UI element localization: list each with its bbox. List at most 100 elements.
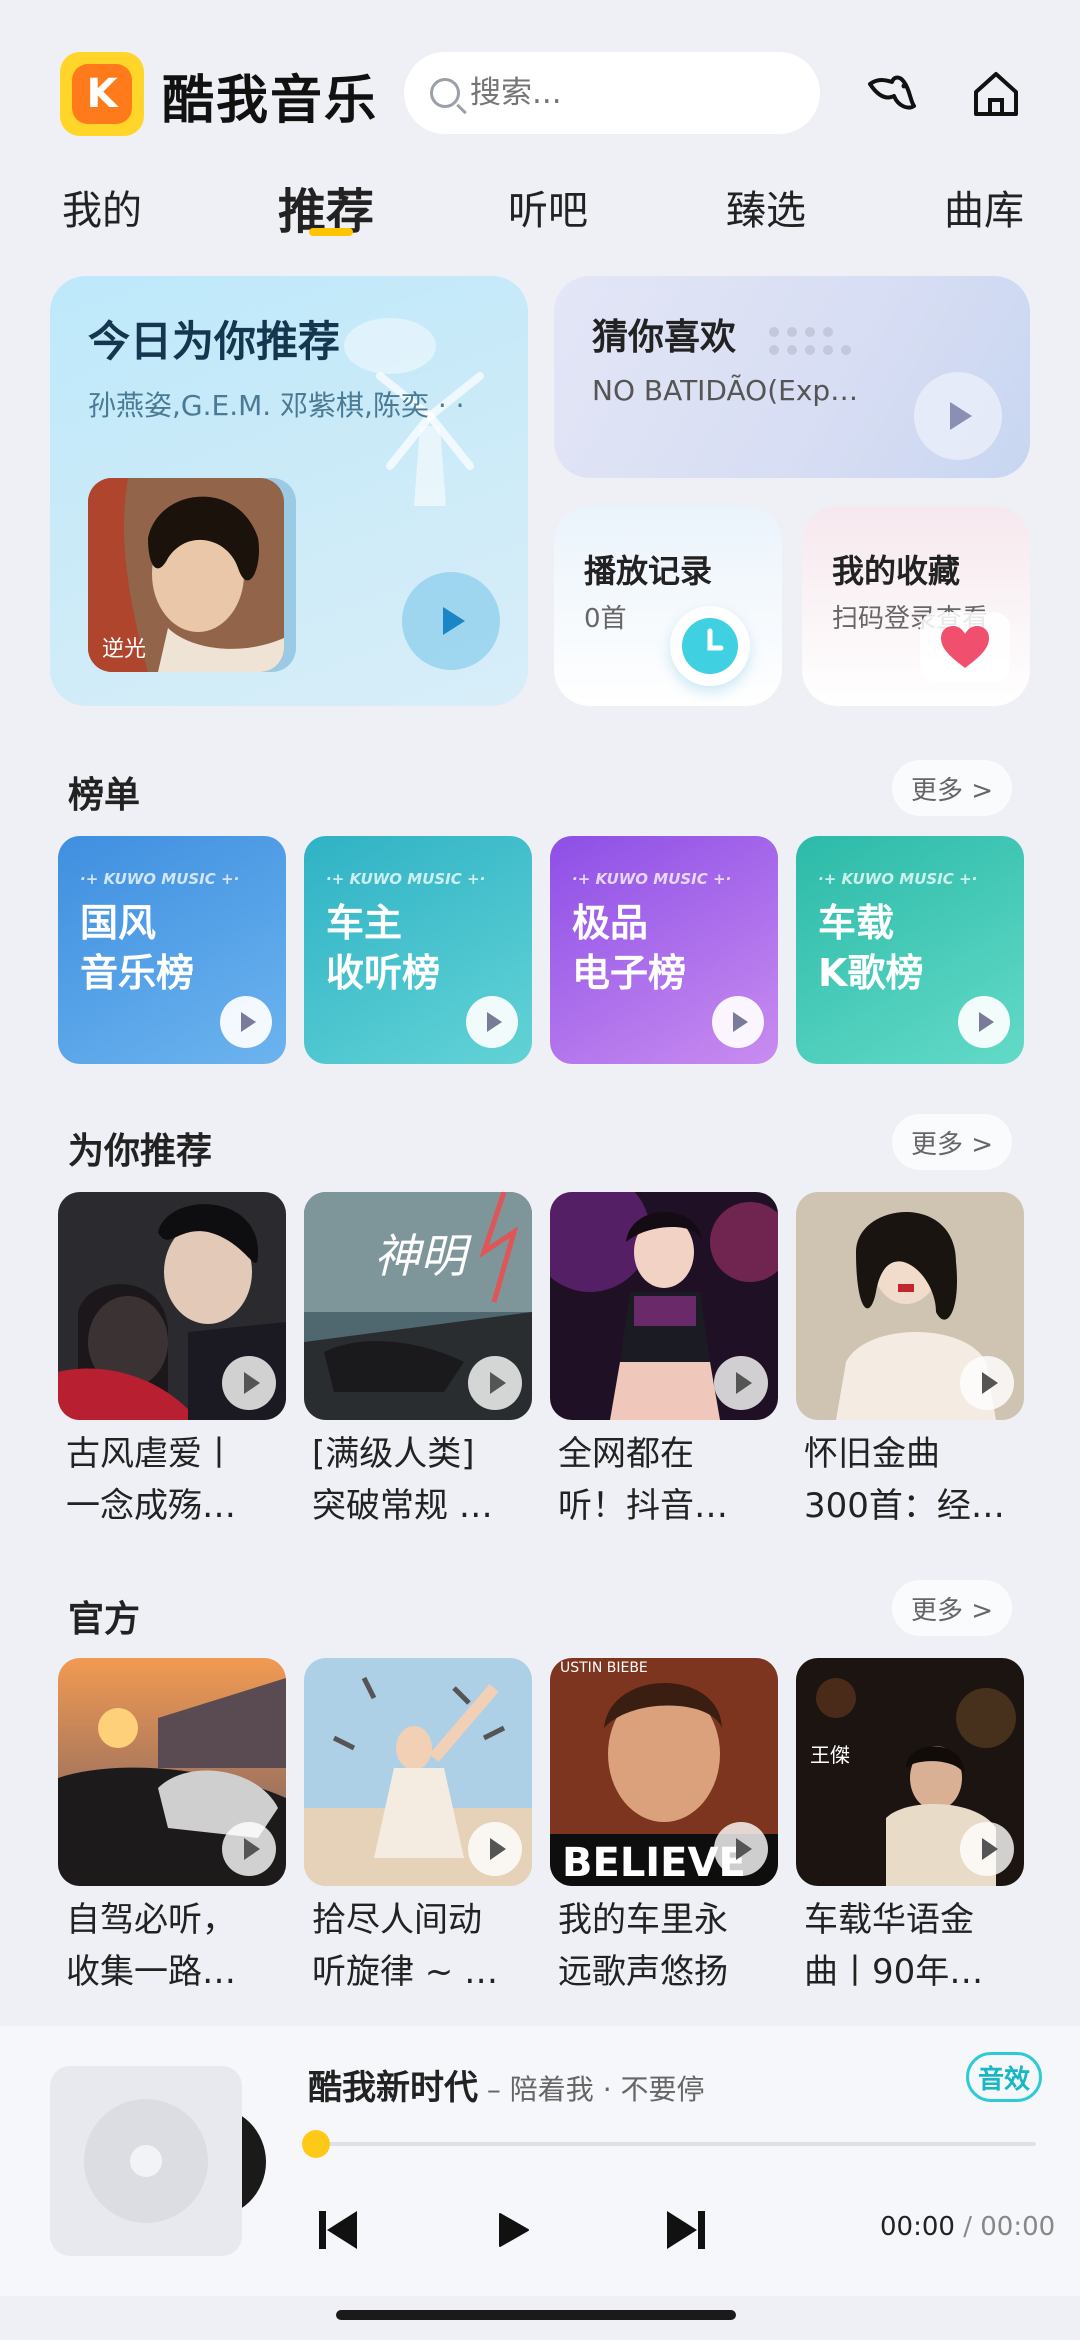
now-playing[interactable]: 酷我新时代 – 陪着我 · 不要停 [308,2060,705,2109]
song-subtitle: – 陪着我 · 不要停 [478,2073,705,2106]
play-icon [489,1838,506,1860]
playlist-title[interactable]: [满级人类] 突破常规 … [312,1428,540,1532]
progress-knob[interactable] [302,2130,330,2158]
play-icon [735,1838,752,1860]
play-icon [486,1012,502,1032]
cover-play-button[interactable] [468,1822,522,1876]
guess-song: NO BATIDÃO(Exp… [592,374,859,407]
cover-text: USTIN BIEBE [560,1660,648,1676]
play-icon [978,1012,994,1032]
chart-name-line1: 车载 [818,901,895,945]
cover-play-button[interactable] [222,1822,276,1876]
heart-icon [920,612,1010,682]
tab-listen[interactable]: 听吧 [508,178,588,236]
playlist-cover[interactable] [304,1658,532,1886]
search-input[interactable] [470,75,790,111]
playlist-cover[interactable]: 王傑 [796,1658,1024,1886]
playlist-title[interactable]: 怀旧金曲 300首：经… [804,1428,1032,1532]
play-icon [735,1372,752,1394]
active-tab-indicator [309,228,353,236]
clock-icon [670,606,750,686]
official-section-title: 官方 [68,1599,141,1640]
playlist-title[interactable]: 拾尽人间动 听旋律 ~ … [312,1894,540,1998]
chart-play-button[interactable] [712,996,764,1048]
chart-play-button[interactable] [466,996,518,1048]
cover-play-button[interactable] [222,1356,276,1410]
play-icon[interactable] [482,2200,542,2260]
cover-play-button[interactable] [960,1822,1014,1876]
chart-brand-tag: ·+ KUWO MUSIC +· [326,870,486,888]
for-you-more-button[interactable]: 更多 > [892,1114,1012,1170]
home-icon[interactable] [964,62,1028,126]
playlist-cover[interactable] [58,1658,286,1886]
chart-brand-tag: ·+ KUWO MUSIC +· [572,870,732,888]
chart-play-button[interactable] [958,996,1010,1048]
playlist-title[interactable]: 我的车里永 远歌声悠扬 [558,1894,786,1998]
chart-tile-guofeng[interactable]: ·+ KUWO MUSIC +· 国风 音乐榜 [58,836,286,1064]
cover-text: 王傑 [810,1743,850,1767]
playlist-cover[interactable]: 神明 [304,1192,532,1420]
chart-name-line2: K歌榜 [818,951,924,995]
playlist-cover[interactable]: USTIN BIEBE BELIEVE [550,1658,778,1886]
play-icon [489,1372,506,1394]
previous-icon[interactable] [308,2200,368,2260]
chart-brand-tag: ·+ KUWO MUSIC +· [80,870,240,888]
search-icon [430,78,460,108]
daily-recommend-cover[interactable]: 逆光 [88,478,284,672]
k-logo-icon: K [72,64,132,124]
chart-tile-dianzi[interactable]: ·+ KUWO MUSIC +· 极品 电子榜 [550,836,778,1064]
current-time: 00:00 [880,2212,955,2242]
chart-name-line1: 国风 [80,901,157,945]
tab-mine[interactable]: 我的 [62,178,142,236]
cover-play-button[interactable] [960,1356,1014,1410]
sound-effect-button[interactable]: 音效 [966,2052,1042,2102]
home-indicator [336,2310,736,2320]
official-more-button[interactable]: 更多 > [892,1580,1012,1636]
play-icon [950,402,972,430]
play-history-card[interactable]: 播放记录 0首 [554,506,782,706]
tab-library[interactable]: 曲库 [944,178,1024,236]
playlist-cover[interactable] [58,1192,286,1420]
chart-tile-kge[interactable]: ·+ KUWO MUSIC +· 车载 K歌榜 [796,836,1024,1064]
daily-recommend-artists: 孙燕姿,G.E.M. 邓紫棋,陈奕 · · [88,389,465,422]
app-logo: K [60,52,144,136]
charts-more-button[interactable]: 更多 > [892,760,1012,816]
chart-name-line1: 极品 [572,901,649,945]
favorites-title: 我的收藏 [832,552,961,590]
playlist-title[interactable]: 全网都在 听！抖音… [558,1428,786,1532]
total-time: 00:00 [980,2212,1056,2242]
playlist-cover[interactable] [550,1192,778,1420]
chart-name-line1: 车主 [326,901,403,945]
progress-bar[interactable] [306,2142,1036,2146]
dots-decoration [769,327,851,355]
chart-tile-chezhu[interactable]: ·+ KUWO MUSIC +· 车主 收听榜 [304,836,532,1064]
history-count: 0首 [584,604,627,634]
play-icon [732,1012,748,1032]
play-icon [243,1372,260,1394]
cover-play-button[interactable] [468,1356,522,1410]
cover-play-button[interactable] [714,1356,768,1410]
chart-play-button[interactable] [220,996,272,1048]
daily-recommend-title: 今日为你推荐 [88,317,341,366]
playlist-title[interactable]: 自驾必听， 收集一路… [66,1894,294,1998]
playlist-cover[interactable] [796,1192,1024,1420]
favorites-card[interactable]: 我的收藏 扫码登录查看 [802,506,1030,706]
cover-play-button[interactable] [714,1822,768,1876]
tab-select[interactable]: 臻选 [726,178,806,236]
brand-name: 酷我音乐 [162,71,379,131]
cover-text: 逆光 [102,637,146,662]
chart-name-line2: 电子榜 [572,951,687,995]
for-you-section-title: 为你推荐 [68,1131,213,1172]
bird-icon[interactable] [860,62,924,126]
play-icon [240,1012,256,1032]
guess-play-button[interactable] [914,372,1002,460]
search-bar[interactable] [404,52,820,134]
playlist-title[interactable]: 车载华语金 曲丨90年… [804,1894,1032,1998]
album-art-placeholder[interactable] [50,2066,242,2256]
chart-brand-tag: ·+ KUWO MUSIC +· [818,870,978,888]
next-icon[interactable] [656,2200,716,2260]
daily-play-button[interactable] [402,572,500,670]
history-title: 播放记录 [584,552,713,590]
time-separator: / [954,2212,981,2242]
playlist-title[interactable]: 古风虐爱丨 一念成殇… [66,1428,294,1532]
